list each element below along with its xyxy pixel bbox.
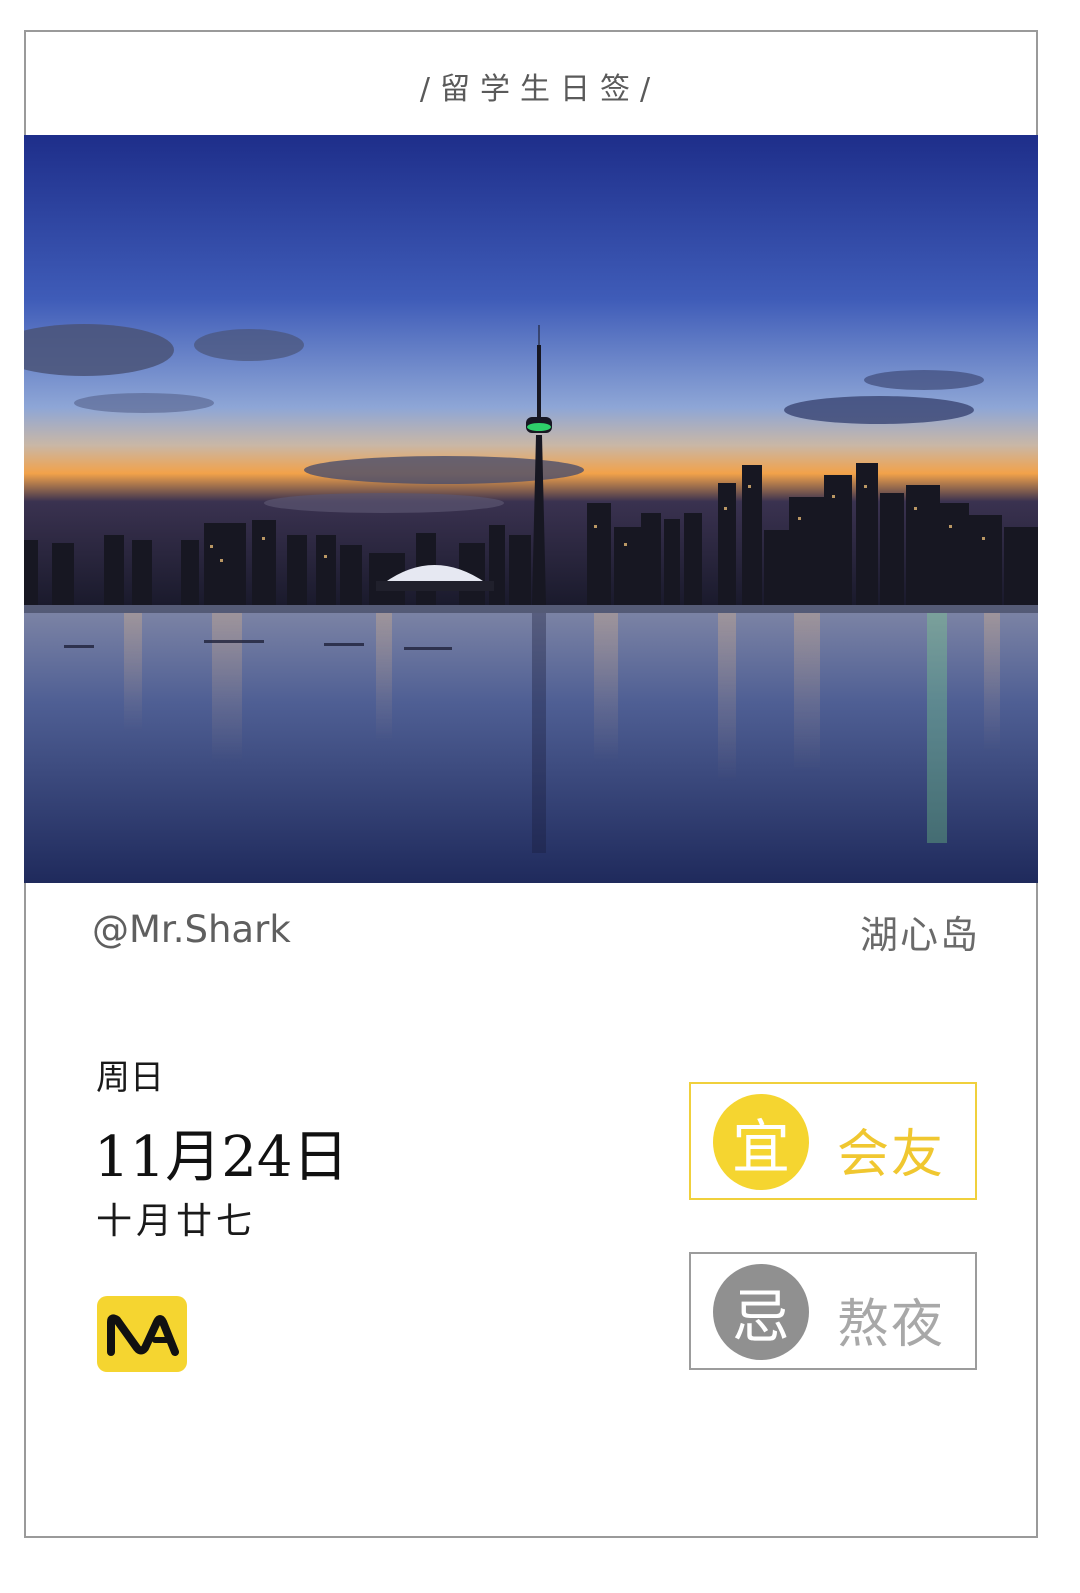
auspicious-text: 会友 — [837, 1125, 946, 1185]
ma-logo-icon — [97, 1296, 187, 1372]
auspicious-badge: 宜 — [713, 1094, 809, 1190]
inauspicious-text: 熬夜 — [837, 1295, 946, 1355]
inauspicious-badge: 忌 — [713, 1264, 809, 1360]
inauspicious-box: 忌 熬夜 — [689, 1252, 977, 1370]
weekday-label: 周日 — [96, 1058, 164, 1098]
auspicious-box: 宜 会友 — [689, 1082, 977, 1200]
card-title: /留学生日签/ — [419, 72, 661, 107]
lunar-date-label: 十月廿七 — [96, 1201, 257, 1242]
photo-location: 湖心岛 — [859, 913, 980, 957]
skyline-photo — [24, 135, 1038, 883]
date-label: 11月24日 — [94, 1125, 349, 1190]
photo-author: @Mr.Shark — [92, 908, 291, 951]
